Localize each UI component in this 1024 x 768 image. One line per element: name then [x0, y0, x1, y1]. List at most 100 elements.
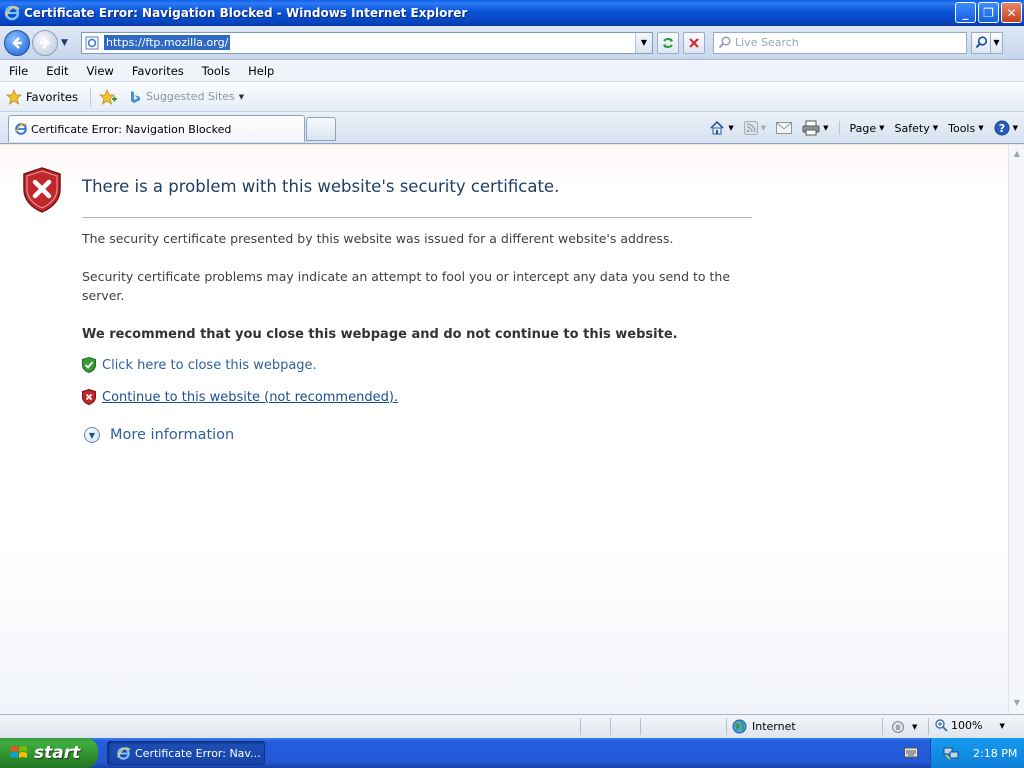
vertical-scrollbar[interactable]: ▲ ▼ [1008, 145, 1024, 714]
favorites-button[interactable]: Favorites [6, 88, 78, 105]
network-icon[interactable] [943, 746, 959, 760]
menu-tools[interactable]: Tools [193, 64, 239, 78]
status-divider [882, 718, 883, 735]
restore-button[interactable]: ❐ [978, 2, 999, 23]
help-button[interactable]: ? ▼ [994, 120, 1018, 136]
keyboard-icon[interactable] [904, 746, 918, 758]
taskbar-item-label: Certificate Error: Nav... [135, 746, 261, 760]
chevron-down-icon: ▼ [640, 38, 648, 47]
ie-page-icon [15, 123, 28, 135]
stop-icon [689, 37, 699, 48]
status-divider [726, 718, 727, 735]
close-webpage-link[interactable]: Click here to close this webpage. [102, 358, 317, 373]
recommendation-text: We recommend that you close this webpage… [82, 327, 678, 342]
refresh-button[interactable] [657, 31, 679, 54]
page-menu-button[interactable]: Page ▼ [850, 122, 885, 135]
minimize-button[interactable]: _ [955, 2, 976, 23]
status-divider [928, 718, 929, 735]
menu-bar: File Edit View Favorites Tools Help [0, 60, 1024, 82]
close-webpage-link-row: Click here to close this webpage. [82, 357, 317, 373]
tab-certificate-error[interactable]: Certificate Error: Navigation Blocked [8, 115, 305, 142]
continue-link-row: Continue to this website (not recommende… [82, 389, 398, 405]
menu-file[interactable]: File [0, 64, 37, 78]
chevron-down-icon: ▼ [879, 124, 885, 132]
svg-text:?: ? [998, 122, 1004, 135]
chevron-down-icon: ▼ [1012, 124, 1018, 132]
taskbar-item-ie[interactable]: Certificate Error: Nav... [107, 741, 265, 765]
home-button[interactable]: ▼ [709, 120, 734, 136]
search-input[interactable]: Live Search [713, 31, 967, 54]
print-button[interactable]: ▼ [802, 120, 829, 136]
safety-menu-label: Safety [894, 121, 930, 135]
command-bar: ▼ ▼ ▼ Page ▼ Safety ▼ Tools ▼ ? ▼ [709, 116, 1024, 140]
chevron-down-icon: ▼ [238, 92, 245, 101]
window-title: Certificate Error: Navigation Blocked - … [24, 5, 468, 20]
forward-button[interactable] [32, 29, 58, 56]
address-url: https://ftp.mozilla.org/ [104, 35, 231, 50]
menu-favorites[interactable]: Favorites [123, 64, 193, 78]
close-window-button[interactable]: ✕ [1001, 2, 1022, 23]
rss-icon [743, 121, 758, 135]
back-button[interactable] [4, 29, 30, 56]
page-menu-label: Page [849, 121, 877, 135]
read-mail-button[interactable] [776, 122, 793, 134]
protected-mode-icon [892, 721, 904, 733]
chevron-down-icon: ▼ [993, 38, 1000, 47]
search-options-button[interactable]: ▼ [991, 31, 1003, 54]
menu-view[interactable]: View [78, 64, 123, 78]
title-bar: Certificate Error: Navigation Blocked - … [0, 0, 1024, 26]
chevron-down-icon: ▼ [932, 124, 939, 132]
scroll-up-icon[interactable]: ▲ [1011, 149, 1023, 161]
clock: 2:18 PM [973, 746, 1018, 760]
expand-chevron-icon: ▼ [84, 427, 100, 443]
protected-mode-button[interactable]: ▼ [890, 719, 917, 734]
stop-button[interactable] [683, 31, 705, 54]
page-content: There is a problem with this website's s… [0, 145, 1008, 714]
help-icon: ? [994, 120, 1010, 136]
add-to-favorites-bar-icon[interactable] [98, 88, 117, 105]
security-zone[interactable]: Internet [732, 719, 796, 734]
address-field[interactable]: https://ftp.mozilla.org/ ▼ [81, 31, 653, 54]
close-icon: ✕ [1006, 5, 1017, 20]
search-button[interactable] [971, 31, 991, 54]
command-divider [838, 121, 840, 135]
suggested-sites-button[interactable]: Suggested Sites ▼ [121, 90, 244, 104]
tab-label: Certificate Error: Navigation Blocked [31, 122, 232, 136]
minimize-icon: _ [962, 5, 969, 20]
chevron-down-icon: ▼ [760, 124, 767, 132]
menu-edit[interactable]: Edit [37, 64, 77, 78]
start-button[interactable]: start [0, 738, 98, 768]
zoom-level: 100% [951, 719, 983, 732]
shield-x-icon [82, 389, 96, 405]
recent-pages-dropdown-icon[interactable]: ▼ [61, 38, 73, 48]
zoom-button[interactable]: 100% ▼ [935, 719, 1005, 732]
chevron-down-icon: ▼ [999, 721, 1005, 730]
menu-help[interactable]: Help [239, 64, 283, 78]
shield-check-icon [82, 357, 96, 373]
chevron-down-icon: ▼ [728, 124, 734, 132]
scroll-down-icon[interactable]: ▼ [1011, 698, 1023, 710]
home-icon [710, 120, 724, 135]
bing-icon [130, 90, 140, 103]
new-tab-button[interactable] [306, 117, 336, 141]
status-bar: Internet ▼ 100% ▼ [0, 714, 1024, 738]
status-divider [640, 718, 641, 735]
safety-menu-button[interactable]: Safety ▼ [895, 122, 939, 135]
ie-logo-icon [4, 5, 20, 20]
star-icon [6, 88, 22, 105]
system-tray: 2:18 PM [930, 738, 1024, 768]
more-information-toggle[interactable]: ▼ More information [84, 427, 234, 443]
page-title: There is a problem with this website's s… [82, 177, 560, 196]
mail-icon [776, 122, 793, 134]
cert-explanation-text: The security certificate presented by th… [82, 231, 674, 246]
address-dropdown-button[interactable]: ▼ [635, 32, 652, 53]
title-divider [82, 217, 752, 218]
chevron-down-icon: ▼ [978, 124, 984, 132]
tools-menu-button[interactable]: Tools ▼ [948, 122, 984, 135]
feeds-button[interactable]: ▼ [743, 121, 767, 135]
refresh-icon [663, 37, 673, 48]
restore-icon: ❐ [983, 5, 994, 20]
continue-to-website-link[interactable]: Continue to this website (not recommende… [102, 390, 398, 405]
taskbar: start Certificate Error: Nav... 2:18 PM [0, 738, 1024, 768]
status-divider [610, 718, 611, 735]
